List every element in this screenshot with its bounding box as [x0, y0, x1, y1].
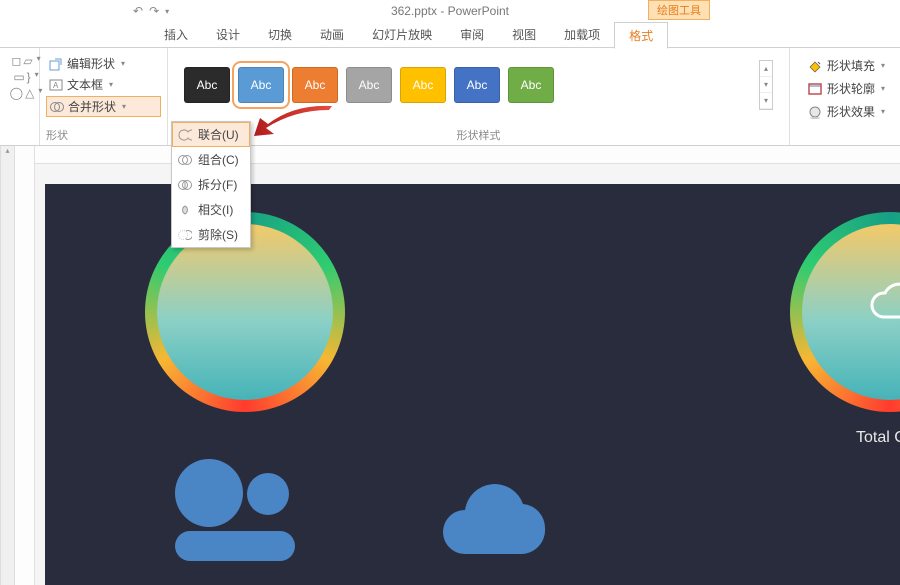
merge-union-item[interactable]: 联合(U) — [172, 122, 250, 147]
shape-glyph[interactable]: ◻ — [11, 54, 21, 68]
merge-subtract-item[interactable]: 剪除(S) — [172, 222, 250, 247]
fragment-icon — [178, 178, 192, 192]
merge-shapes-dropdown: 联合(U) 组合(C) 拆分(F) 相交(I) 剪除(S) — [171, 121, 251, 248]
intersect-icon — [178, 203, 192, 217]
quick-access-toolbar: ↶ ↷ ▾ — [133, 4, 169, 18]
shape-outline-icon — [807, 82, 823, 96]
chevron-down-icon: ▾ — [109, 80, 113, 89]
svg-text:A: A — [53, 81, 59, 90]
drawing-tools-tab-label: 绘图工具 — [648, 0, 710, 20]
union-icon — [178, 128, 192, 142]
edit-shape-icon — [49, 57, 63, 71]
shape-effects-button[interactable]: 形状效果 ▾ — [804, 102, 886, 121]
shape-glyph[interactable]: ▱ — [23, 54, 32, 68]
shape-fill-icon — [807, 59, 823, 73]
shape-glyph[interactable]: △ — [25, 86, 34, 100]
horizontal-ruler — [35, 146, 900, 164]
style-swatch-orange[interactable]: Abc — [292, 67, 338, 103]
shape-outline-button[interactable]: 形状轮廓 ▾ — [804, 79, 886, 98]
qat-dropdown-icon[interactable]: ▾ — [165, 7, 169, 16]
insert-shapes-group: 编辑形状 ▾ A 文本框 ▾ 合并形状 ▾ 形状 — [40, 48, 168, 145]
vertical-ruler — [15, 146, 35, 585]
merge-shapes-button[interactable]: 合并形状 ▾ — [46, 96, 161, 117]
undo-icon[interactable]: ↶ — [133, 4, 143, 18]
workspace: Total Cor — [0, 146, 900, 585]
style-swatch-blue2[interactable]: Abc — [454, 67, 500, 103]
ribbon: ◻▱▾ ▭}▾ ◯△▾ 编辑形状 ▾ A 文本框 ▾ — [0, 48, 900, 146]
tab-transitions[interactable]: 切换 — [254, 22, 306, 47]
redo-icon[interactable]: ↷ — [149, 4, 159, 18]
text-box-icon: A — [49, 78, 63, 92]
cloud-outline-icon — [865, 279, 900, 332]
tab-design[interactable]: 设计 — [202, 22, 254, 47]
chevron-down-icon: ▾ — [122, 102, 126, 111]
tab-insert[interactable]: 插入 — [150, 22, 202, 47]
style-swatch-green[interactable]: Abc — [508, 67, 554, 103]
group-label-styles: 形状样式 — [174, 125, 783, 145]
blue-cloud-shape[interactable] — [430, 479, 580, 572]
chevron-down-icon: ▾ — [881, 107, 885, 116]
shape-glyph[interactable]: } — [27, 70, 31, 84]
subtract-icon — [178, 228, 192, 242]
title-bar: ↶ ↷ ▾ 362.pptx - PowerPoint 绘图工具 — [0, 0, 900, 22]
blue-circle-small[interactable] — [247, 473, 289, 515]
merge-fragment-item[interactable]: 拆分(F) — [172, 172, 250, 197]
text-box-button[interactable]: A 文本框 ▾ — [46, 75, 161, 94]
group-label-shapes: 形状 — [46, 125, 161, 145]
merge-intersect-item[interactable]: 相交(I) — [172, 197, 250, 222]
merge-shapes-icon — [50, 100, 64, 114]
style-swatch-black[interactable]: Abc — [184, 67, 230, 103]
tab-animations[interactable]: 动画 — [306, 22, 358, 47]
scroll-up-icon[interactable]: ▴ — [760, 61, 772, 77]
merge-combine-item[interactable]: 组合(C) — [172, 147, 250, 172]
slide-edit-region[interactable]: Total Cor — [35, 146, 900, 585]
style-swatch-yellow[interactable]: Abc — [400, 67, 446, 103]
gallery-more-icon[interactable]: ▾ — [760, 93, 772, 109]
tab-view[interactable]: 视图 — [498, 22, 550, 47]
blue-circle-large[interactable] — [175, 459, 243, 527]
shape-format-group: 形状填充 ▾ 形状轮廓 ▾ 形状效果 ▾ — [790, 48, 900, 145]
tab-slideshow[interactable]: 幻灯片放映 — [358, 22, 446, 47]
edit-shape-button[interactable]: 编辑形状 ▾ — [46, 54, 161, 73]
shape-glyph[interactable]: ◯ — [10, 86, 23, 100]
tab-addins[interactable]: 加载项 — [550, 22, 614, 47]
style-swatch-blue[interactable]: Abc — [238, 67, 284, 103]
tab-format[interactable]: 格式 — [614, 22, 668, 49]
gallery-scrollbar[interactable]: ▴ ▾ ▾ — [759, 60, 773, 110]
style-swatch-gray[interactable]: Abc — [346, 67, 392, 103]
blue-rounded-bar[interactable] — [175, 531, 295, 561]
more-icon[interactable]: ▾ — [35, 70, 39, 84]
scroll-down-icon[interactable]: ▾ — [760, 77, 772, 93]
thumbnail-scrollbar[interactable] — [0, 146, 15, 585]
shape-glyph[interactable]: ▭ — [13, 70, 24, 84]
chevron-down-icon: ▾ — [881, 84, 885, 93]
combine-icon — [178, 153, 192, 167]
slide-text-total[interactable]: Total Cor — [856, 429, 900, 447]
chevron-down-icon: ▾ — [881, 61, 885, 70]
shape-effects-icon — [807, 105, 823, 119]
tab-review[interactable]: 审阅 — [446, 22, 498, 47]
shape-styles-group: Abc Abc Abc Abc Abc Abc Abc ▴ ▾ ▾ 形状样式 — [168, 48, 790, 145]
shapes-palette-group: ◻▱▾ ▭}▾ ◯△▾ — [0, 48, 40, 145]
shape-fill-button[interactable]: 形状填充 ▾ — [804, 56, 886, 75]
ribbon-tabs: 插入 设计 切换 动画 幻灯片放映 审阅 视图 加载项 格式 — [0, 22, 900, 48]
chevron-down-icon: ▾ — [121, 59, 125, 68]
